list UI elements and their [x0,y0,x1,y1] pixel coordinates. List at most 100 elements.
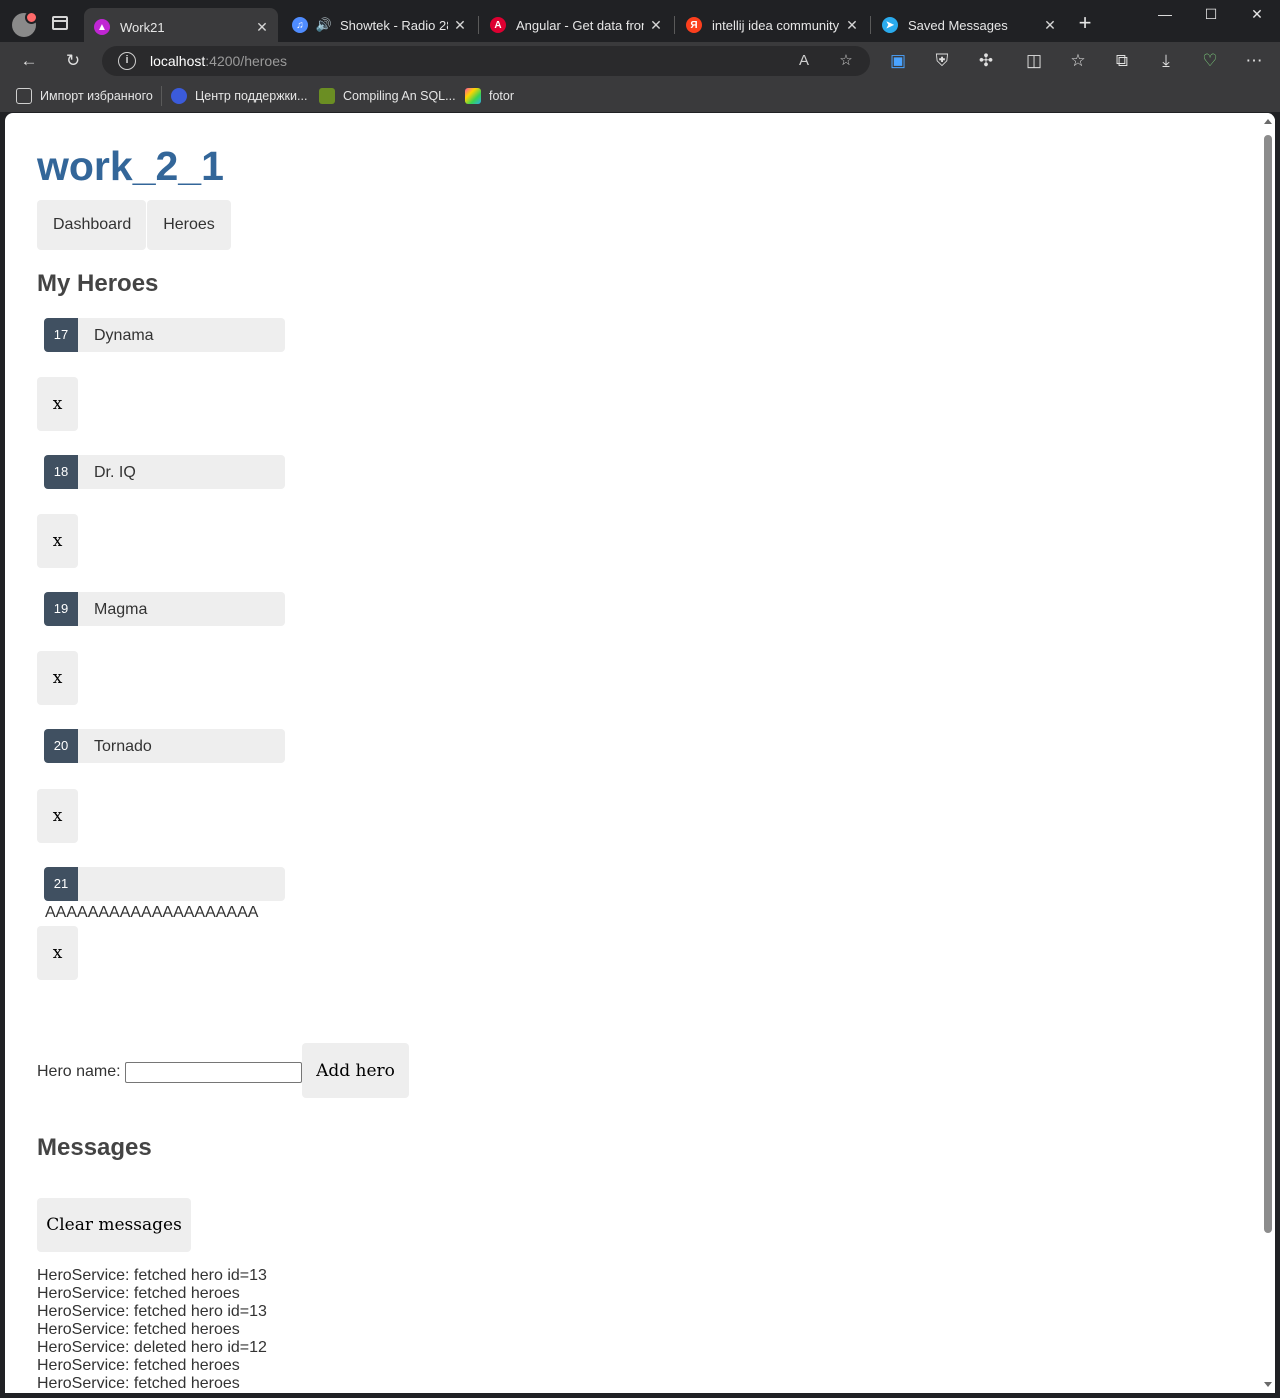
reload-icon[interactable]: ↻ [62,50,84,72]
tab-actions-icon[interactable] [52,16,68,30]
close-window-icon[interactable]: ✕ [1234,6,1280,28]
bookmark-label: Compiling An SQL... [343,89,456,103]
fotor-icon [465,88,481,104]
angular-app-favicon-icon: ▲ [94,19,110,35]
page-scrollbar[interactable] [1261,113,1275,1393]
messages-list: HeroService: fetched hero id=13 HeroServ… [37,1267,267,1393]
nav-dashboard-link[interactable]: Dashboard [37,200,146,250]
bookmark-support-center[interactable]: Центр поддержки... [171,87,307,105]
browser-toolbar: ← ↻ i localhost:4200/heroes A ☆ ▣ ⛨ ✣ ◫ … [0,42,1280,80]
tab-title: Work21 [120,19,165,35]
bookmark-import-favorites[interactable]: Импорт избранного [16,87,153,105]
hero-link[interactable]: 18 Dr. IQ [44,455,285,489]
hero-name: Magma [94,601,148,618]
extensions-puzzle-icon[interactable]: ✣ [975,50,997,72]
delete-hero-button[interactable]: x [37,377,78,431]
hero-id-badge: 21 [44,867,78,901]
hero-link[interactable]: 17 Dynama [44,318,285,352]
hero-link[interactable]: 20 Tornado [44,729,285,763]
hero-id-badge: 20 [44,729,78,763]
message-item: HeroService: fetched hero id=13 [37,1303,267,1320]
close-tab-icon[interactable]: ✕ [1038,17,1062,34]
new-tab-button[interactable]: + [1074,12,1096,35]
shield-extension-icon[interactable]: ⛨ [931,50,953,72]
tab-saved-messages[interactable]: ➤ Saved Messages ✕ [872,9,1066,41]
hero-link[interactable]: 19 Magma [44,592,285,626]
app-title: work_2_1 [37,143,224,189]
url-path: :4200/heroes [205,53,287,69]
favorite-star-icon[interactable]: ☆ [836,51,856,71]
scroll-thumb[interactable] [1264,135,1272,1233]
close-tab-icon[interactable]: ✕ [840,17,864,34]
tab-title: Showtek - Radio 28 [340,17,448,33]
message-item: HeroService: fetched heroes [37,1357,240,1374]
tab-separator [478,16,479,34]
close-tab-icon[interactable]: ✕ [448,17,472,34]
delete-hero-button[interactable]: x [37,514,78,568]
scroll-up-arrow-icon[interactable] [1264,119,1272,124]
scroll-down-arrow-icon[interactable] [1264,1382,1272,1387]
delete-hero-button[interactable]: x [37,651,78,705]
address-bar[interactable]: i localhost:4200/heroes A ☆ [102,46,870,76]
tab-separator [870,16,871,34]
delete-hero-button[interactable]: x [37,789,78,843]
bookmark-label: Импорт избранного [40,89,153,103]
page-viewport: work_2_1 Dashboard Heroes My Heroes 17 D… [5,113,1275,1393]
tab-title: Saved Messages [908,17,1008,33]
hero-id-badge: 17 [44,318,78,352]
profile-avatar-icon[interactable] [12,11,38,37]
translate-extension-icon[interactable]: ▣ [887,50,909,72]
hero-name: Dynama [94,327,154,344]
yandex-favicon-icon: Я [686,17,702,33]
bookmark-fotor[interactable]: fotor [465,87,514,105]
more-menu-icon[interactable]: ⋯ [1243,50,1265,72]
messages-heading: Messages [37,1134,152,1161]
add-hero-form: Hero name: Add hero [37,1043,637,1099]
tab-title: intellij idea community e [712,17,840,33]
back-arrow-icon[interactable]: ← [18,50,40,72]
site-info-icon[interactable]: i [118,52,136,70]
message-item: HeroService: fetched heroes [37,1321,240,1338]
nav-heroes-link[interactable]: Heroes [147,200,231,250]
url-host: localhost [150,53,206,69]
hero-name-label: Hero name: [37,1063,121,1080]
headphones-favicon-icon: ♫ [292,17,308,33]
import-icon [16,88,32,104]
minimize-window-icon[interactable]: — [1142,6,1188,28]
clear-messages-button[interactable]: Clear messages [37,1198,191,1252]
tab-yandex-search[interactable]: Я intellij idea community e ✕ [676,9,868,41]
heroes-heading: My Heroes [37,270,159,297]
close-tab-icon[interactable]: ✕ [644,17,668,34]
tab-angular-docs[interactable]: A Angular - Get data from ✕ [480,9,672,41]
address-url[interactable]: localhost:4200/heroes [150,53,287,69]
hero-name-input[interactable] [125,1062,302,1083]
read-aloud-icon[interactable]: A [794,51,814,71]
maximize-window-icon[interactable]: ☐ [1188,6,1234,28]
favorites-icon[interactable]: ☆ [1067,50,1089,72]
hero-link[interactable]: 21 [44,867,285,901]
close-tab-icon[interactable]: ✕ [250,19,274,36]
tab-separator [674,16,675,34]
telegram-favicon-icon: ➤ [882,17,898,33]
downloads-icon[interactable]: ⤓ [1155,50,1177,72]
angular-favicon-icon: A [490,17,506,33]
hero-id-badge: 18 [44,455,78,489]
collections-icon[interactable]: ⧉ [1111,50,1133,72]
message-item: HeroService: deleted hero id=12 [37,1339,267,1356]
delete-hero-button[interactable]: x [37,926,78,980]
add-hero-button[interactable]: Add hero [302,1043,409,1098]
hero-name-overflow: AAAAAAAAAAAAAAAAAAAA [45,904,259,921]
hero-name: Dr. IQ [94,464,136,481]
bookmarks-bar: Импорт избранного Центр поддержки... Com… [0,80,1280,112]
sql-icon [319,88,335,104]
split-screen-icon[interactable]: ◫ [1023,50,1045,72]
bookmark-compiling-sql[interactable]: Compiling An SQL... [319,87,456,105]
speaker-icon[interactable]: 🔊 [316,17,332,33]
bookmark-label: Центр поддержки... [195,89,308,103]
message-item: HeroService: fetched heroes [37,1375,240,1392]
bookmark-separator [161,86,162,106]
tab-work21[interactable]: ▲ Work21 ✕ [84,8,278,46]
browser-essentials-icon[interactable]: ♡ [1199,50,1221,72]
bookmark-label: fotor [489,89,515,103]
tab-showtek[interactable]: ♫ 🔊 Showtek - Radio 28 ✕ [282,9,476,41]
